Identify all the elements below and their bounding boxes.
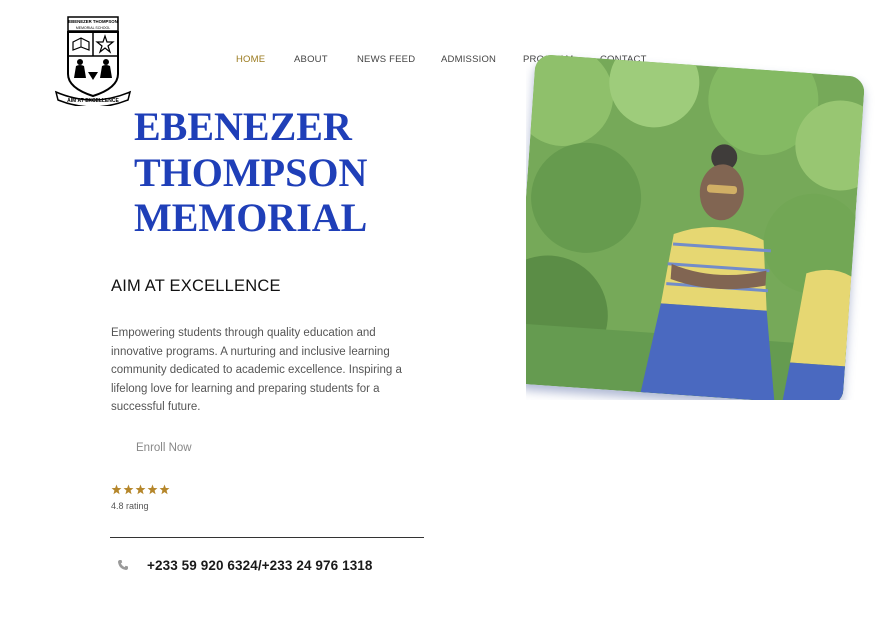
hero-title-line-3: MEMORIAL [134,195,368,240]
enroll-now-button[interactable]: Enroll Now [136,442,192,454]
star-icon [159,484,170,495]
phone-number[interactable]: +233 59 920 6324/+233 24 976 1318 [147,558,373,573]
hero-photo-frame [526,50,877,400]
hero-photo [526,54,866,400]
hero-description: Empowering students through quality educ… [111,327,402,413]
logo-subtitle: MEMORIAL SCHOOL [76,26,110,30]
hero-tagline: AIM AT EXCELLENCE [111,277,281,295]
nav-news-feed[interactable]: NEWS FEED [357,54,415,65]
rating-stars [111,484,170,495]
star-icon [135,484,146,495]
nav-about[interactable]: ABOUT [294,54,328,65]
star-icon [147,484,158,495]
star-icon [123,484,134,495]
divider [110,537,424,538]
logo-motto: AIM AT EXCELLENCE [67,98,119,104]
school-logo[interactable]: EBENEZER THOMPSON MEMORIAL SCHOOL AIM AT… [54,16,132,108]
star-icon [111,484,122,495]
rating-text: 4.8 rating [111,501,149,511]
hero-title: EBENEZER THOMPSON MEMORIAL [134,104,367,241]
nav-home[interactable]: HOME [236,54,265,65]
phone-icon [118,560,128,570]
hero-title-line-1: EBENEZER [134,104,352,149]
nav-admission[interactable]: ADMISSION [441,54,496,65]
logo-school-name: EBENEZER THOMPSON [68,19,117,24]
hero-title-line-2: THOMPSON [134,149,368,195]
